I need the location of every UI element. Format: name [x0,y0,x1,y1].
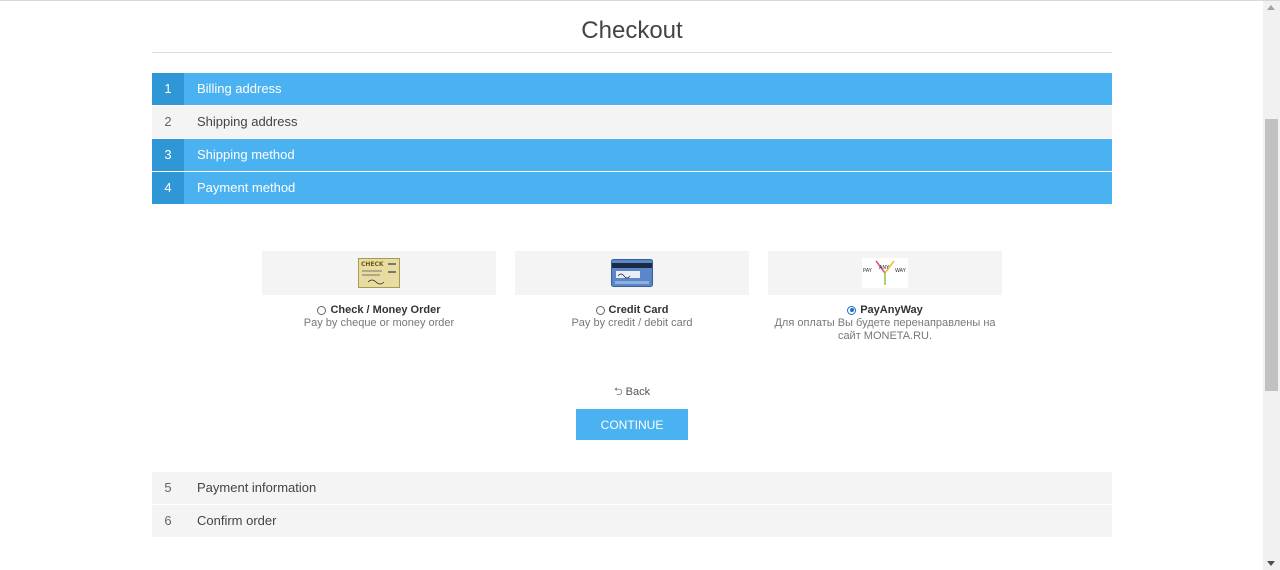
back-label: Back [625,386,651,398]
step-confirm-order[interactable]: 6 Confirm order [152,505,1112,537]
radio-check-money-order[interactable] [317,305,327,315]
step-payment-information[interactable]: 5 Payment information [152,472,1112,504]
step-label: Payment method [197,180,296,195]
payanyway-logo-text-any: ANY [879,265,890,271]
back-arrow-icon: ⮌ [613,386,623,398]
scroll-up-arrow-icon[interactable] [1267,5,1275,10]
scrollbar-thumb[interactable] [1265,119,1278,391]
radio-credit-card[interactable] [595,305,605,315]
payment-method-payanyway[interactable]: PAY ANY WAY PayAnyWay Для оплаты Вы буде… [768,251,1002,343]
step-billing-address[interactable]: 1 Billing address [152,73,1112,105]
step-label: Shipping address [197,114,298,129]
payment-method-credit-card[interactable]: Credit Card Pay by credit / debit card [515,251,749,343]
method-name-row: PayAnyWay [768,304,1002,316]
step-number: 1 [152,73,184,105]
radio-payanyway[interactable] [847,305,857,315]
payanyway-logo-icon: PAY ANY WAY [862,258,908,288]
payanyway-logo-text-pay: PAY [863,268,873,274]
method-name-row: Credit Card [515,304,749,316]
step-label: Payment information [197,480,317,495]
step-number: 5 [164,480,172,495]
step-label: Shipping method [197,147,295,162]
step-number: 2 [164,114,172,129]
method-name-row: Check / Money Order [262,304,496,316]
scroll-down-arrow-icon[interactable] [1267,561,1275,566]
step-shipping-address[interactable]: 2 Shipping address [152,106,1112,138]
checkout-steps-bottom: 5 Payment information 6 Confirm order [152,472,1112,537]
step-number: 6 [164,513,172,528]
method-description: Для оплаты Вы будете перенаправлены на с… [774,317,996,342]
step-number: 3 [152,139,184,171]
method-logo-box [515,251,749,295]
checkout-page: Checkout 1 Billing address 2 Shipping ad… [152,1,1112,538]
step-label: Confirm order [197,513,277,528]
page-title: Checkout [581,17,683,44]
continue-button[interactable]: CONTINUE [576,409,688,440]
payment-methods: CHECK Check / Money Order Pay by cheque … [152,251,1112,343]
method-name: PayAnyWay [860,304,923,316]
payanyway-logo-text-way: WAY [895,268,907,274]
title-bar: Checkout [152,1,1112,53]
payment-method-check[interactable]: CHECK Check / Money Order Pay by cheque … [262,251,496,343]
back-link[interactable]: ⮌ Back [152,383,1112,402]
step-shipping-method[interactable]: 3 Shipping method [152,139,1112,171]
method-description: Pay by cheque or money order [303,317,455,329]
step-payment-method[interactable]: 4 Payment method [152,172,1112,204]
checkout-steps-top: 1 Billing address 2 Shipping address 3 S… [152,73,1112,204]
step-number: 4 [152,172,184,204]
method-logo-box: PAY ANY WAY [768,251,1002,295]
method-name: Credit Card [608,304,669,316]
method-name: Check / Money Order [330,304,441,316]
step-label: Billing address [197,81,282,96]
method-logo-box: CHECK [262,251,496,295]
check-logo-icon: CHECK [358,258,400,288]
method-description: Pay by credit / debit card [571,317,693,329]
credit-card-logo-icon [611,259,653,287]
check-logo-text: CHECK [361,261,384,268]
continue-wrap: CONTINUE [152,409,1112,440]
vertical-scrollbar[interactable] [1263,1,1280,570]
